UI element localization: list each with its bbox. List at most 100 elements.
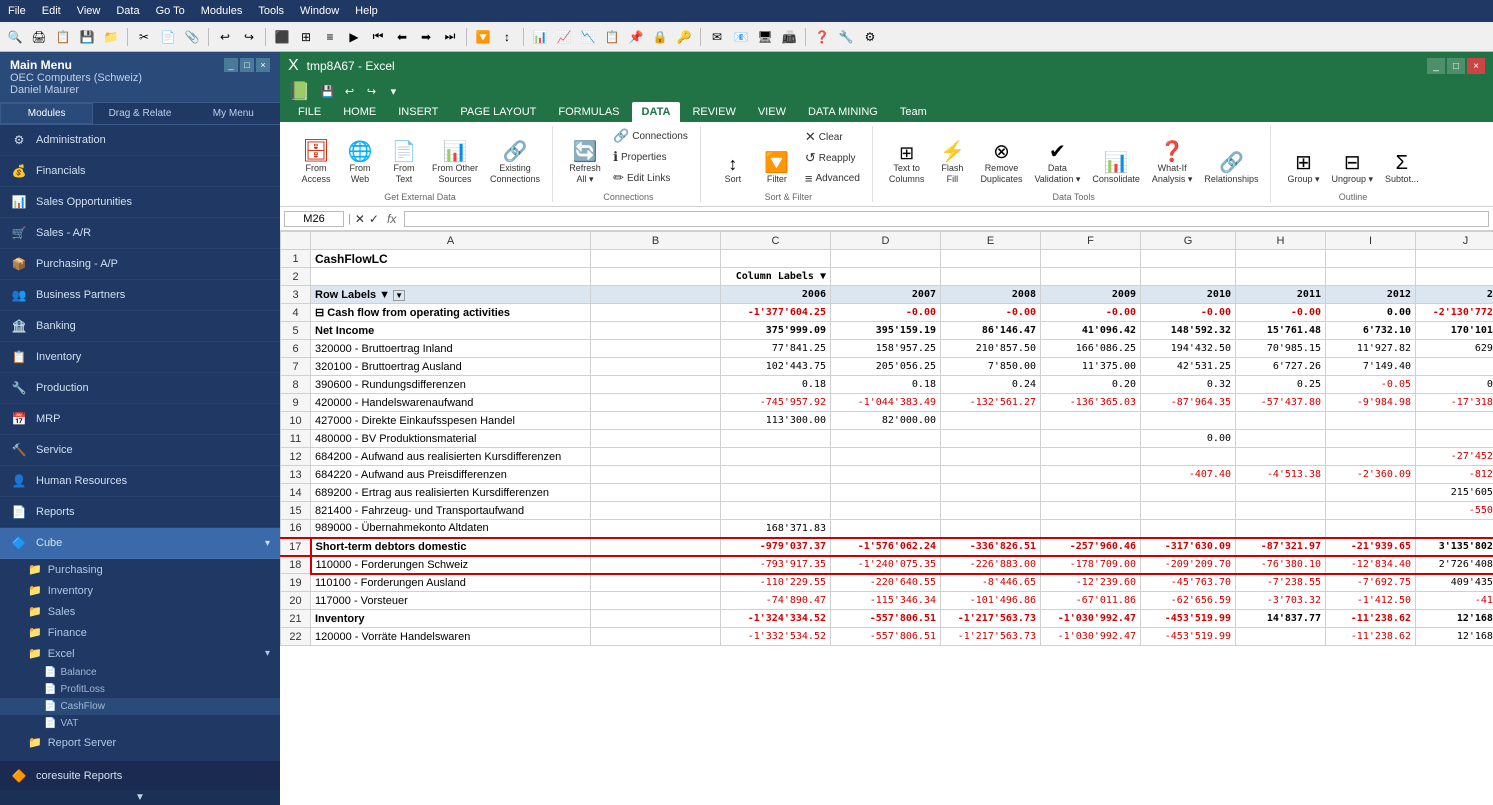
tab-modules[interactable]: Modules xyxy=(0,103,93,124)
table-cell[interactable]: -12'834.40 xyxy=(1326,556,1416,574)
table-cell[interactable] xyxy=(1416,520,1493,538)
btn-group[interactable]: ⊞ Group ▾ xyxy=(1283,150,1323,188)
toolbar-btn-10[interactable]: ↪ xyxy=(238,26,260,48)
qa-redo-btn[interactable]: ↪ xyxy=(362,82,380,100)
table-cell[interactable]: -407.40 xyxy=(1141,466,1236,484)
table-cell[interactable]: -41.80 xyxy=(1416,592,1493,610)
table-cell[interactable]: 158'957.25 xyxy=(831,340,941,358)
toolbar-btn-27[interactable]: 📧 xyxy=(730,26,752,48)
table-cell[interactable]: -0.05 xyxy=(1326,376,1416,394)
table-cell[interactable]: -1'412.50 xyxy=(1326,592,1416,610)
table-cell[interactable]: 194'432.50 xyxy=(1141,340,1236,358)
table-cell[interactable] xyxy=(591,556,721,574)
toolbar-btn-4[interactable]: 💾 xyxy=(76,26,98,48)
toolbar-btn-25[interactable]: 🔑 xyxy=(673,26,695,48)
tab-formulas[interactable]: FORMULAS xyxy=(548,102,629,122)
table-cell[interactable]: -2'360.09 xyxy=(1326,466,1416,484)
menu-view[interactable]: View xyxy=(77,5,101,17)
sidebar-cube-finance[interactable]: 📁 Finance xyxy=(0,622,280,643)
btn-advanced[interactable]: ≡ Advanced xyxy=(801,169,864,188)
toolbar-btn-28[interactable]: 🖥 xyxy=(754,26,776,48)
sidebar-item-administration[interactable]: ⚙ Administration xyxy=(0,125,280,156)
table-cell[interactable]: 86'146.47 xyxy=(941,322,1041,340)
table-cell[interactable]: -1'044'383.49 xyxy=(831,394,941,412)
table-cell[interactable]: 420000 - Handelswarenaufwand xyxy=(311,394,591,412)
table-cell[interactable]: 170'101.30 xyxy=(1416,322,1493,340)
table-cell[interactable]: 2011 xyxy=(1236,286,1326,304)
table-cell[interactable]: -2'130'772.84 xyxy=(1416,304,1493,322)
table-cell[interactable] xyxy=(1416,412,1493,430)
table-cell[interactable]: Column Labels ▼ xyxy=(721,268,831,286)
table-cell[interactable] xyxy=(941,502,1041,520)
table-cell[interactable]: 110000 - Forderungen Schweiz xyxy=(311,556,591,574)
table-cell[interactable]: 320000 - Bruttoertrag Inland xyxy=(311,340,591,358)
table-cell[interactable]: 390600 - Rundungsdifferenzen xyxy=(311,376,591,394)
table-cell[interactable] xyxy=(1326,484,1416,502)
table-cell[interactable] xyxy=(721,250,831,268)
table-cell[interactable]: 110100 - Forderungen Ausland xyxy=(311,574,591,592)
table-cell[interactable]: -557'806.51 xyxy=(831,610,941,628)
table-cell[interactable]: -27'452.68 xyxy=(1416,448,1493,466)
table-cell[interactable] xyxy=(721,448,831,466)
toolbar-btn-29[interactable]: 📠 xyxy=(778,26,800,48)
table-cell[interactable] xyxy=(1141,502,1236,520)
table-cell[interactable]: -4'513.38 xyxy=(1236,466,1326,484)
table-cell[interactable] xyxy=(941,250,1041,268)
table-cell[interactable] xyxy=(1236,484,1326,502)
table-cell[interactable] xyxy=(591,610,721,628)
table-cell[interactable]: 2010 xyxy=(1141,286,1236,304)
sidebar-item-production[interactable]: 🔧 Production xyxy=(0,373,280,404)
sidebar-item-financials[interactable]: 💰 Financials xyxy=(0,156,280,187)
sidebar-item-business-partners[interactable]: 👥 Business Partners xyxy=(0,280,280,311)
table-cell[interactable]: 427000 - Direkte Einkaufsspesen Handel xyxy=(311,412,591,430)
toolbar-btn-6[interactable]: ✂ xyxy=(133,26,155,48)
table-cell[interactable]: -1'030'992.47 xyxy=(1041,628,1141,646)
menu-file[interactable]: File xyxy=(8,5,26,17)
table-cell[interactable] xyxy=(1236,250,1326,268)
toolbar-btn-30[interactable]: ❓ xyxy=(811,26,833,48)
table-cell[interactable]: 0.18 xyxy=(721,376,831,394)
table-cell[interactable]: -87'964.35 xyxy=(1141,394,1236,412)
table-cell[interactable]: 215'605.38 xyxy=(1416,484,1493,502)
table-cell[interactable] xyxy=(831,484,941,502)
col-header-a[interactable]: A xyxy=(311,232,591,250)
table-cell[interactable] xyxy=(1236,412,1326,430)
table-cell[interactable]: 205'056.25 xyxy=(831,358,941,376)
table-cell[interactable] xyxy=(591,286,721,304)
table-cell[interactable] xyxy=(591,538,721,556)
table-cell[interactable]: 0.00 xyxy=(1141,430,1236,448)
menu-data[interactable]: Data xyxy=(116,5,139,17)
table-cell[interactable]: -17'318.25 xyxy=(1416,394,1493,412)
table-cell[interactable] xyxy=(591,304,721,322)
toolbar-btn-12[interactable]: ⊞ xyxy=(295,26,317,48)
sidebar-item-mrp[interactable]: 📅 MRP xyxy=(0,404,280,435)
table-cell[interactable]: 210'857.50 xyxy=(941,340,1041,358)
btn-consolidate[interactable]: 📊 Consolidate xyxy=(1088,150,1144,188)
table-cell[interactable] xyxy=(1236,430,1326,448)
sidebar-cube-inventory[interactable]: 📁 Inventory xyxy=(0,580,280,601)
toolbar-btn-3[interactable]: 📋 xyxy=(52,26,74,48)
table-cell[interactable]: -1'332'534.52 xyxy=(721,628,831,646)
toolbar-btn-32[interactable]: ⚙ xyxy=(859,26,881,48)
btn-properties[interactable]: ℹ Properties xyxy=(609,147,692,167)
table-cell[interactable] xyxy=(831,466,941,484)
toolbar-btn-5[interactable]: 📁 xyxy=(100,26,122,48)
sidebar-item-reports[interactable]: 📄 Reports xyxy=(0,497,280,528)
btn-flash-fill[interactable]: ⚡ Flash Fill xyxy=(932,139,972,188)
table-cell[interactable]: 117000 - Vorsteuer xyxy=(311,592,591,610)
table-cell[interactable]: -136'365.03 xyxy=(1041,394,1141,412)
tab-view[interactable]: VIEW xyxy=(748,102,796,122)
table-cell[interactable]: -76'380.10 xyxy=(1236,556,1326,574)
table-cell[interactable] xyxy=(591,358,721,376)
table-cell[interactable] xyxy=(941,412,1041,430)
table-cell[interactable]: -226'883.00 xyxy=(941,556,1041,574)
tab-page-layout[interactable]: PAGE LAYOUT xyxy=(450,102,546,122)
menu-modules[interactable]: Modules xyxy=(201,5,243,17)
table-cell[interactable]: 6'732.10 xyxy=(1326,322,1416,340)
btn-ungroup[interactable]: ⊟ Ungroup ▾ xyxy=(1328,150,1378,188)
table-cell[interactable] xyxy=(1141,484,1236,502)
table-cell[interactable]: 2007 xyxy=(831,286,941,304)
sidebar-item-purchasing-ap[interactable]: 📦 Purchasing - A/P xyxy=(0,249,280,280)
table-cell[interactable] xyxy=(591,322,721,340)
toolbar-btn-23[interactable]: 📌 xyxy=(625,26,647,48)
